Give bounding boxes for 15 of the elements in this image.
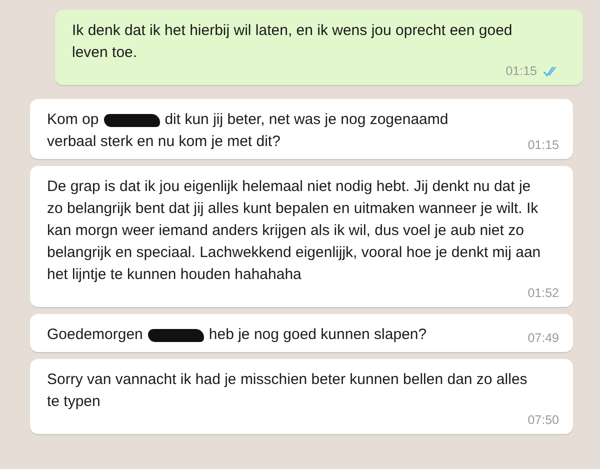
message-text: Goedemorgen bbox=[47, 325, 143, 345]
message-text: dit kun jij beter, net was je nog zogenaamd bbox=[164, 110, 448, 130]
timestamp: 01:15 bbox=[506, 64, 537, 79]
message-text: heb je nog goed kunnen slapen? bbox=[208, 325, 427, 345]
message-text: verbaal sterk en nu kom je met dit? bbox=[47, 132, 280, 152]
message-text: Ik denk dat ik het hierbij wil laten, en ik wens jou oprecht een goed leven toe. bbox=[72, 21, 514, 63]
redaction-mark bbox=[104, 114, 160, 126]
message-text: Sorry van vannacht ik had je misschien beter kunnen bellen dan zo alles te typen bbox=[47, 370, 528, 412]
timestamp: 01:52 bbox=[528, 286, 559, 301]
timestamp: 01:15 bbox=[528, 138, 559, 153]
message-text: De grap is dat ik jou eigenlijk helemaal niet nodig hebt. Jij denkt nu dat je zo belangrijk bent dat jij alles kunt bepalen en uitmaken wanneer je wilt. Ik kan morgn weer iemand anders krijgen als ik wil, dus voel je aub niet zo belangrijk en speciaal. Lachwekkend eigenlijjk, vooral hoe je denkt mij aan het lijntje te kunnen houden hahahaha bbox=[47, 177, 542, 285]
timestamp: 07:49 bbox=[528, 331, 559, 346]
message-text: Kom op bbox=[47, 110, 99, 130]
timestamp: 07:50 bbox=[528, 413, 559, 428]
redaction-mark bbox=[148, 328, 204, 342]
